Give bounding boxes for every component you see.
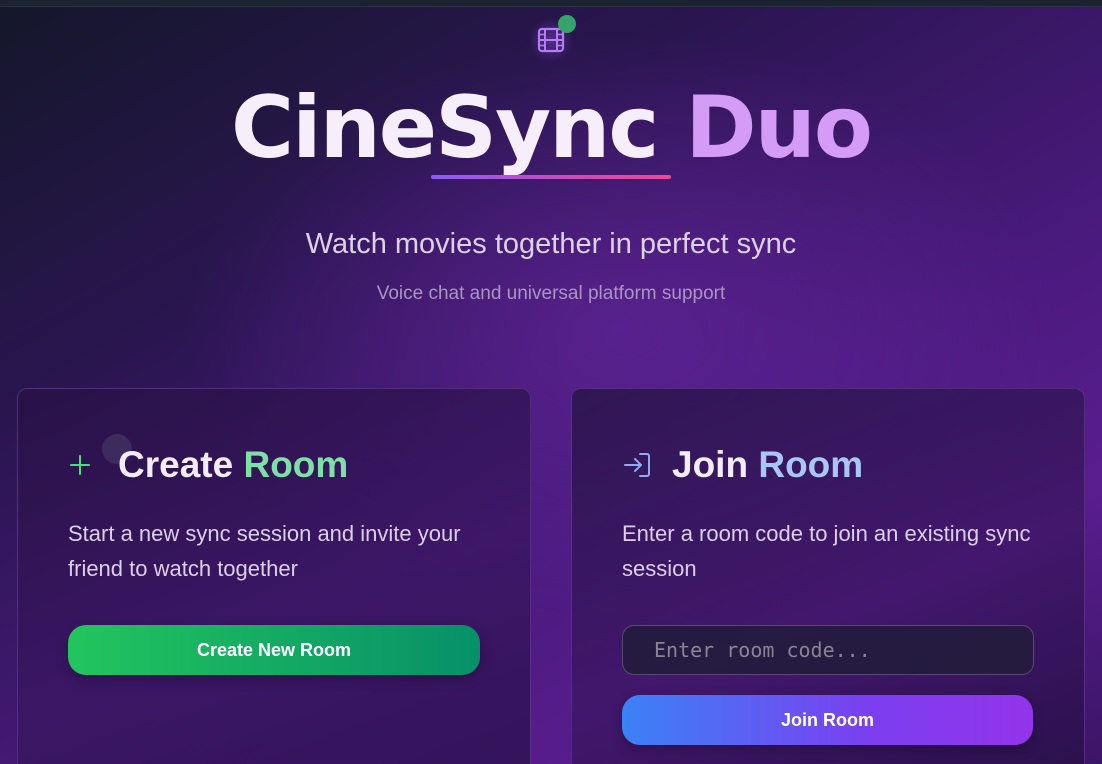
create-room-description: Start a new sync session and invite your… <box>68 521 461 581</box>
online-status-dot <box>558 15 576 33</box>
create-room-card: Create Room Start a new sync session and… <box>17 388 531 764</box>
title-word-cinesync: CineSync <box>230 78 659 178</box>
join-room-description: Enter a room code to join an existing sy… <box>622 521 1031 581</box>
join-heading-word1: Join <box>672 444 749 485</box>
join-room-card: Join Room Enter a room code to join an e… <box>571 388 1085 764</box>
join-heading-word2: Room <box>758 444 864 485</box>
create-new-room-button[interactable]: Create New Room <box>68 625 480 675</box>
browser-top-bar <box>0 0 1102 7</box>
join-room-button[interactable]: Join Room <box>622 695 1033 745</box>
title-word-duo: Duo <box>685 78 873 178</box>
join-room-heading: Join Room <box>622 442 863 488</box>
app-title: CineSync Duo <box>0 78 1102 178</box>
create-heading-word1: Create <box>118 444 234 485</box>
page-subtitle: Watch movies together in perfect sync <box>305 228 797 260</box>
room-code-input[interactable] <box>622 625 1034 675</box>
create-room-heading: Create Room <box>68 442 348 488</box>
create-heading-word2: Room <box>243 444 349 485</box>
login-arrow-icon <box>622 448 656 482</box>
plus-icon <box>68 448 102 482</box>
page-tagline: Voice chat and universal platform suppor… <box>376 283 726 304</box>
app-logo <box>528 15 576 62</box>
title-underline <box>431 175 671 179</box>
